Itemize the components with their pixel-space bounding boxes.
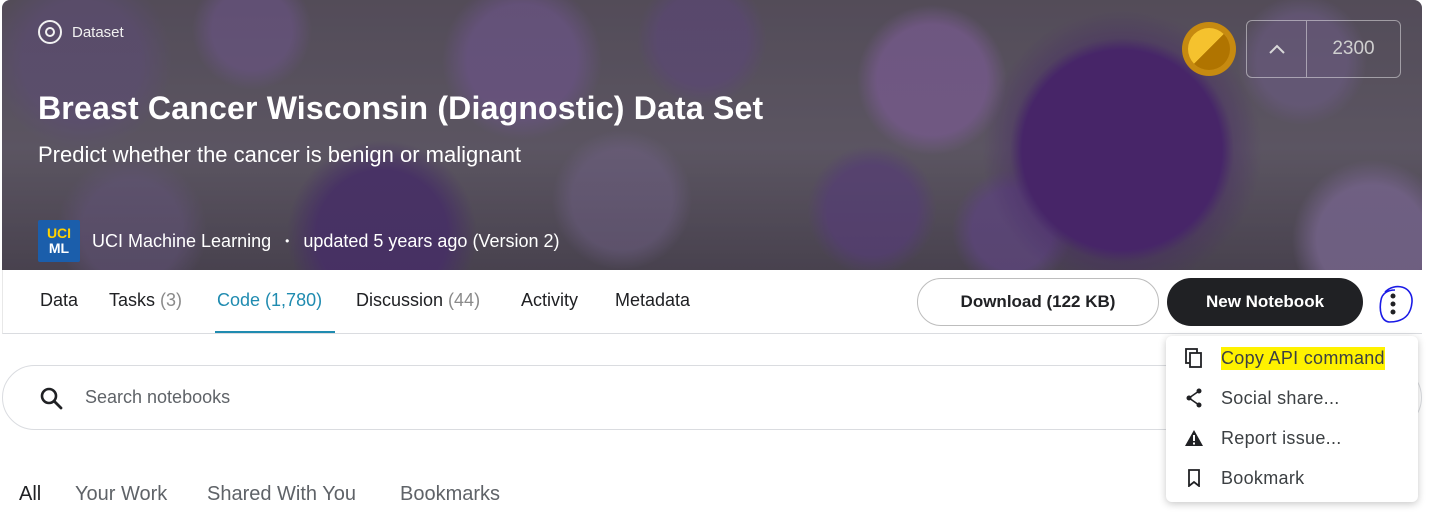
menu-item-label: Copy API command <box>1221 346 1385 370</box>
dataset-owner-row: UCI ML UCI Machine Learning • updated 5 … <box>38 220 559 262</box>
new-notebook-button[interactable]: New Notebook <box>1167 278 1363 326</box>
menu-item-social-share[interactable]: Social share... <box>1166 378 1418 418</box>
upvote-widget: 2300 <box>1246 20 1401 78</box>
tab-discussion[interactable]: Discussion (44) <box>356 290 480 311</box>
tab-label: Metadata <box>615 290 691 310</box>
tab-label: Code <box>217 290 261 310</box>
updated-info: updated 5 years ago (Version 2) <box>303 230 560 251</box>
tab-activity[interactable]: Activity <box>521 290 578 311</box>
filter-bookmarks[interactable]: Bookmarks <box>400 483 500 506</box>
more-vert-icon <box>1390 293 1396 315</box>
owner-name-link[interactable]: UCI Machine Learning <box>92 231 271 252</box>
dataset-badge-label: Dataset <box>72 23 124 41</box>
more-options-menu: Copy API command Social share... Report … <box>1166 336 1418 502</box>
search-input[interactable] <box>85 387 1085 408</box>
upvote-button[interactable] <box>1247 21 1307 77</box>
dataset-hero-banner: Dataset Breast Cancer Wisconsin (Diagnos… <box>2 0 1422 270</box>
tab-data[interactable]: Data <box>40 290 78 311</box>
tab-metadata[interactable]: Metadata <box>615 290 690 311</box>
filter-all[interactable]: All <box>19 483 41 506</box>
separator-dot: • <box>285 234 290 248</box>
menu-item-label: Report issue... <box>1221 427 1342 448</box>
warning-icon <box>1184 428 1204 448</box>
dataset-icon <box>38 20 62 44</box>
active-tab-indicator <box>215 331 335 333</box>
menu-item-report-issue[interactable]: Report issue... <box>1166 418 1418 458</box>
filter-shared-with-you[interactable]: Shared With You <box>207 483 356 506</box>
menu-item-copy-api-command[interactable]: Copy API command <box>1166 338 1418 378</box>
menu-item-bookmark[interactable]: Bookmark <box>1166 458 1418 498</box>
gold-medal-icon <box>1182 22 1236 76</box>
tab-tasks[interactable]: Tasks (3) <box>109 290 182 311</box>
tab-label: Discussion <box>356 290 444 310</box>
tab-label: Activity <box>521 290 579 310</box>
menu-item-label: Social share... <box>1221 387 1340 408</box>
menu-item-label: Bookmark <box>1221 467 1305 488</box>
download-button[interactable]: Download (122 KB) <box>917 278 1159 326</box>
tab-count: (44) <box>448 290 481 310</box>
upvote-count: 2300 <box>1332 38 1375 59</box>
tab-label: Tasks <box>109 290 156 310</box>
bookmark-icon <box>1184 468 1204 488</box>
search-icon <box>40 387 63 409</box>
chevron-up-icon <box>1268 44 1285 54</box>
owner-avatar[interactable]: UCI ML <box>38 220 80 262</box>
copy-icon <box>1184 348 1204 368</box>
dataset-title: Breast Cancer Wisconsin (Diagnostic) Dat… <box>38 90 764 126</box>
owner-logo-text-bottom: ML <box>48 240 70 256</box>
tab-count: (1,780) <box>265 290 323 310</box>
dataset-badge: Dataset <box>38 20 124 44</box>
owner-logo-text-top: UCI <box>46 225 72 241</box>
filter-your-work[interactable]: Your Work <box>75 483 167 506</box>
share-icon <box>1184 388 1204 408</box>
tab-count: (3) <box>160 290 183 310</box>
more-options-button[interactable] <box>1375 284 1413 324</box>
tab-label: Data <box>40 290 79 310</box>
dataset-subtitle: Predict whether the cancer is benign or … <box>38 142 522 167</box>
tab-code[interactable]: Code (1,780) <box>217 290 322 311</box>
dataset-tabbar: Data Tasks (3) Code (1,780) Discussion (… <box>2 270 1422 334</box>
